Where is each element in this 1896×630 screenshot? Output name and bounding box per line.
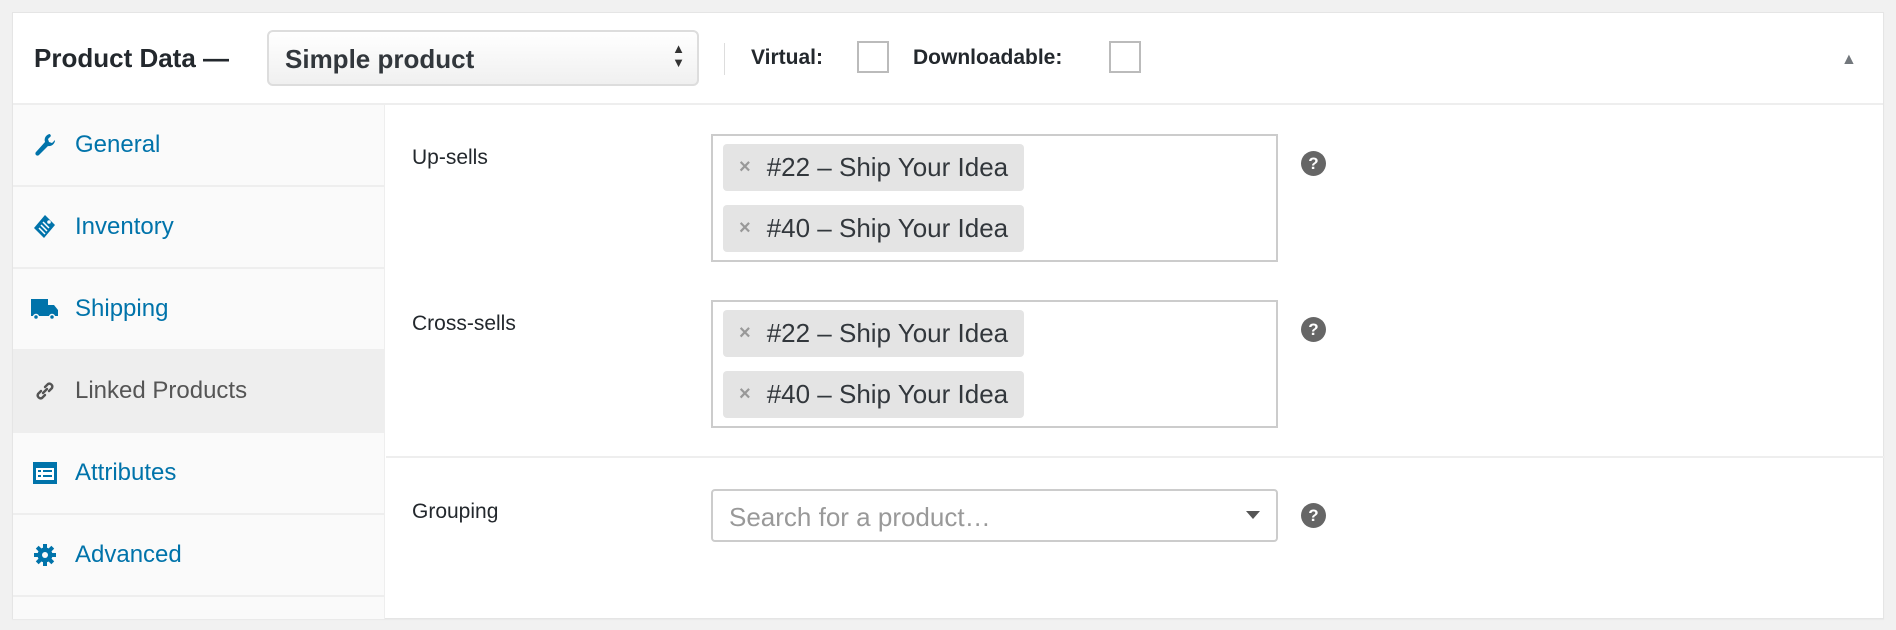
product-type-select[interactable]: Simple product ▲ ▼ [267, 30, 699, 86]
section-divider [386, 456, 1885, 458]
chip-label: #40 – Ship Your Idea [766, 379, 1009, 409]
virtual-label: Virtual: [751, 46, 823, 69]
upsells-select[interactable]: × #22 – Ship Your Idea × #40 – Ship Your I… [711, 134, 1278, 262]
list-icon [31, 459, 59, 487]
upsell-chip: × #22 – Ship Your Idea [723, 144, 1025, 191]
crosssells-select[interactable]: × #22 – Ship Your Idea × #40 – Ship Your I… [711, 300, 1278, 428]
tab-linked-products[interactable]: Linked Products [13, 351, 384, 433]
remove-icon[interactable]: × [739, 322, 751, 345]
tab-label: Linked Products [75, 377, 248, 404]
tab-label: General [75, 131, 161, 158]
product-type-value: Simple product [285, 44, 475, 74]
tag-icon [31, 213, 59, 241]
grouping-placeholder: Search for a product… [729, 502, 991, 532]
tab-advanced[interactable]: Advanced [13, 515, 384, 597]
gear-icon [31, 541, 59, 569]
remove-icon[interactable]: × [739, 217, 751, 240]
chip-label: #22 – Ship Your Idea [766, 152, 1009, 182]
grouping-search-select[interactable]: Search for a product… [711, 489, 1278, 542]
dropdown-arrow-icon [1246, 511, 1260, 519]
header-divider [724, 43, 725, 75]
crosssell-chip: × #40 – Ship Your Idea [723, 371, 1025, 418]
select-arrows-icon: ▲ ▼ [672, 41, 685, 70]
remove-icon[interactable]: × [739, 156, 751, 179]
tab-attributes[interactable]: Attributes [13, 433, 384, 515]
downloadable-checkbox[interactable] [1109, 41, 1141, 73]
upsells-help-icon[interactable]: ? [1301, 151, 1326, 176]
product-data-panel: Product Data — Simple product ▲ ▼ Virtual… [12, 12, 1885, 619]
remove-icon[interactable]: × [739, 383, 751, 406]
collapse-toggle-icon[interactable]: ▲ [1841, 51, 1857, 69]
panel-title: Product Data — [34, 43, 230, 73]
chip-label: #22 – Ship Your Idea [766, 318, 1009, 348]
crosssells-help-icon[interactable]: ? [1301, 317, 1326, 342]
tab-inventory[interactable]: Inventory [13, 187, 384, 269]
crosssells-label: Cross-sells [412, 312, 516, 335]
tab-label: Inventory [75, 213, 174, 240]
tab-label: Attributes [75, 459, 177, 486]
panel-header: Product Data — Simple product ▲ ▼ Virtual… [13, 13, 1883, 105]
upsells-label: Up-sells [412, 146, 488, 169]
grouping-label: Grouping [412, 500, 499, 523]
grouping-help-icon[interactable]: ? [1301, 503, 1326, 528]
truck-icon [31, 295, 59, 323]
product-data-tabs: General Inventory Shipping Linked Produc… [13, 105, 385, 619]
tab-label: Advanced [75, 541, 182, 568]
virtual-checkbox[interactable] [857, 41, 889, 73]
tab-label: Shipping [75, 295, 169, 322]
upsell-chip: × #40 – Ship Your Idea [723, 205, 1025, 252]
crosssell-chip: × #22 – Ship Your Idea [723, 310, 1025, 357]
link-icon [31, 377, 59, 405]
wrench-icon [31, 131, 59, 159]
chip-label: #40 – Ship Your Idea [766, 213, 1009, 243]
tab-shipping[interactable]: Shipping [13, 269, 384, 351]
downloadable-label: Downloadable: [913, 46, 1063, 69]
tab-general[interactable]: General [13, 105, 384, 187]
